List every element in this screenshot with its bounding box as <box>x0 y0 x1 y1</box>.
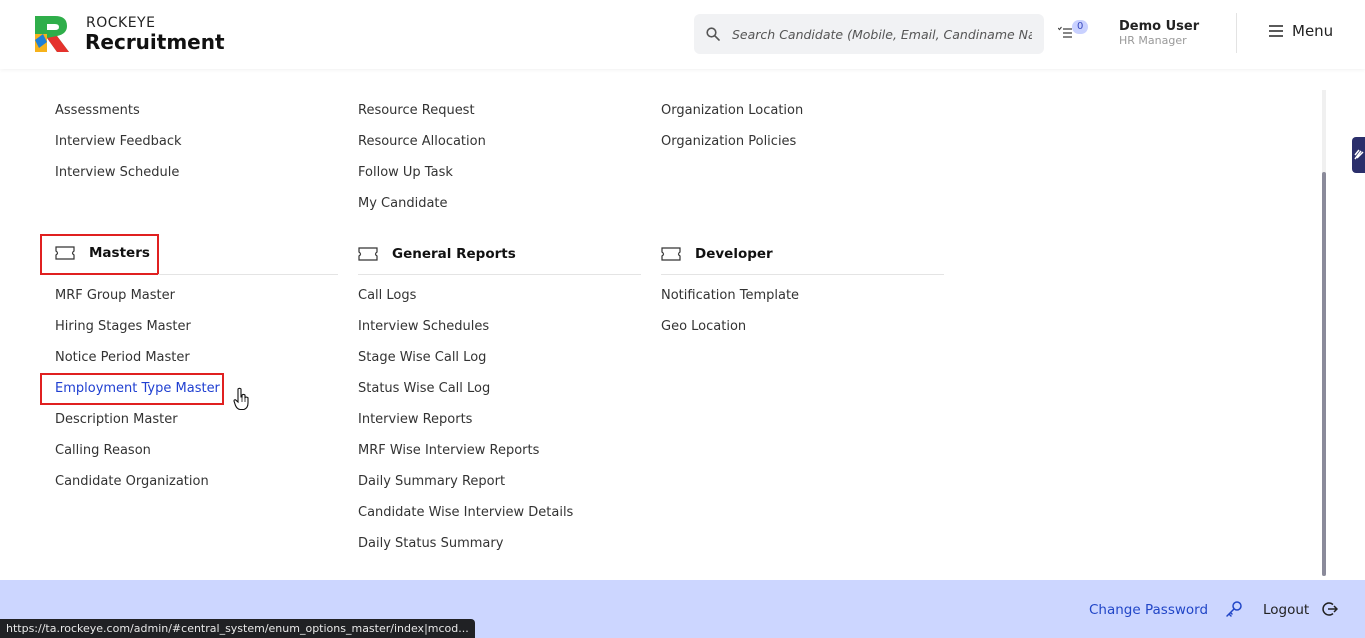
menu-link-resource-request[interactable]: Resource Request <box>358 103 475 118</box>
rockeye-logo-icon[interactable] <box>33 12 71 54</box>
notification-button[interactable]: 0 <box>1058 20 1090 44</box>
user-role: HR Manager <box>1119 34 1187 47</box>
feedback-icon <box>1354 149 1364 160</box>
menu-link-hiring-stages-master[interactable]: Hiring Stages Master <box>55 319 191 334</box>
logout-icon[interactable] <box>1322 601 1338 617</box>
user-name[interactable]: Demo User <box>1119 19 1199 34</box>
menu-link-notification-template[interactable]: Notification Template <box>661 288 799 303</box>
change-password-link[interactable]: Change Password <box>1089 602 1208 618</box>
menu-link-assessments[interactable]: Assessments <box>55 103 140 118</box>
candidate-search-box[interactable] <box>694 14 1044 54</box>
menu-link-calling-reason[interactable]: Calling Reason <box>55 443 151 458</box>
menu-link-stage-wise-call-log[interactable]: Stage Wise Call Log <box>358 350 486 365</box>
menu-link-interview-schedule[interactable]: Interview Schedule <box>55 165 179 180</box>
scrollbar-thumb[interactable] <box>1322 172 1326 576</box>
menu-link-daily-status-summary[interactable]: Daily Status Summary <box>358 536 503 551</box>
menu-link-geo-location[interactable]: Geo Location <box>661 319 746 334</box>
notification-count-badge: 0 <box>1072 20 1089 34</box>
section-general-reports-title: General Reports <box>392 246 516 262</box>
section-divider <box>358 274 641 275</box>
ticket-icon <box>358 247 378 261</box>
hamburger-icon <box>1269 25 1283 37</box>
menu-link-interview-reports[interactable]: Interview Reports <box>358 412 472 427</box>
browser-status-url: https://ta.rockeye.com/admin/#central_sy… <box>0 619 475 638</box>
ticket-icon <box>55 246 75 260</box>
menu-link-interview-schedules[interactable]: Interview Schedules <box>358 319 489 334</box>
menu-link-candidate-wise-interview-details[interactable]: Candidate Wise Interview Details <box>358 505 573 520</box>
section-general-reports-header: General Reports <box>358 246 516 262</box>
brand-name-top: ROCKEYE <box>86 15 156 31</box>
menu-button[interactable]: Menu <box>1268 22 1333 40</box>
top-header: ROCKEYE Recruitment 0 Demo User HR Manag… <box>0 0 1365 69</box>
section-divider <box>661 274 944 275</box>
header-divider <box>1236 13 1237 53</box>
key-icon[interactable] <box>1225 600 1243 618</box>
menu-link-organization-policies[interactable]: Organization Policies <box>661 134 796 149</box>
menu-link-mrf-group-master[interactable]: MRF Group Master <box>55 288 175 303</box>
search-icon <box>706 27 720 41</box>
menu-label: Menu <box>1292 22 1334 40</box>
menu-link-candidate-organization[interactable]: Candidate Organization <box>55 474 209 489</box>
section-masters-header: Masters <box>55 245 150 261</box>
menu-link-organization-location[interactable]: Organization Location <box>661 103 803 118</box>
section-developer-title: Developer <box>695 246 773 262</box>
brand-name-main: Recruitment <box>85 30 225 54</box>
menu-link-my-candidate[interactable]: My Candidate <box>358 196 448 211</box>
menu-link-follow-up-task[interactable]: Follow Up Task <box>358 165 453 180</box>
menu-link-resource-allocation[interactable]: Resource Allocation <box>358 134 486 149</box>
side-feedback-tab[interactable] <box>1352 137 1365 173</box>
hand-cursor-icon <box>233 387 249 411</box>
menu-link-status-wise-call-log[interactable]: Status Wise Call Log <box>358 381 490 396</box>
section-divider <box>158 274 338 275</box>
section-developer-header: Developer <box>661 246 773 262</box>
menu-link-daily-summary-report[interactable]: Daily Summary Report <box>358 474 505 489</box>
menu-link-call-logs[interactable]: Call Logs <box>358 288 416 303</box>
menu-link-interview-feedback[interactable]: Interview Feedback <box>55 134 182 149</box>
menu-link-mrf-wise-interview-reports[interactable]: MRF Wise Interview Reports <box>358 443 539 458</box>
menu-link-description-master[interactable]: Description Master <box>55 412 178 427</box>
logout-button[interactable]: Logout <box>1263 602 1309 618</box>
menu-link-employment-type-master[interactable]: Employment Type Master <box>55 381 220 396</box>
section-masters-title: Masters <box>89 245 150 261</box>
candidate-search-input[interactable] <box>732 26 1032 42</box>
menu-link-notice-period-master[interactable]: Notice Period Master <box>55 350 190 365</box>
ticket-icon <box>661 247 681 261</box>
